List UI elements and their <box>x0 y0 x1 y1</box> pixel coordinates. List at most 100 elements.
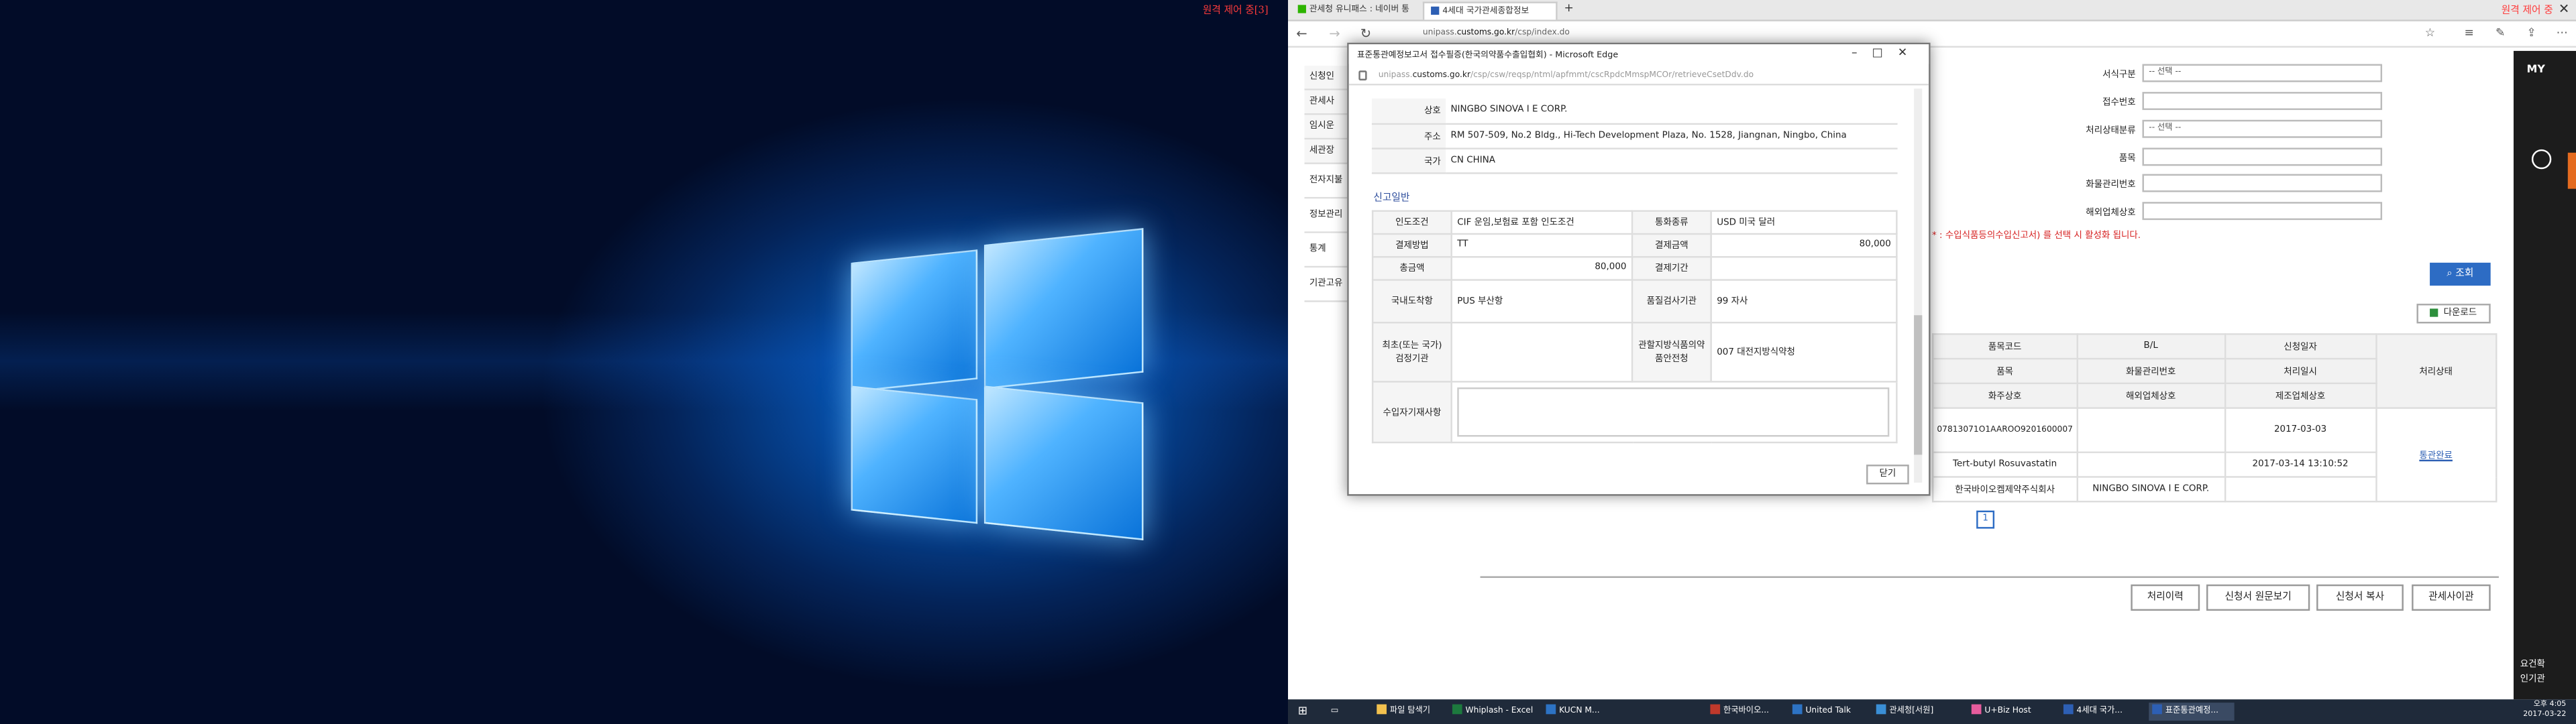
popup-title: 표준통관예정보고서 접수필증(한국의약품수출입협회) - Microsoft E… <box>1348 44 1929 64</box>
hub-icon[interactable]: ≡ <box>2464 26 2473 40</box>
header-cell: 품목코드 <box>1932 333 2078 360</box>
excel-icon <box>2430 308 2439 317</box>
history-button[interactable]: 처리이력 <box>2131 584 2200 611</box>
back-icon[interactable]: ← <box>1296 26 1307 41</box>
task-view-icon[interactable]: ▭ <box>1328 703 1339 721</box>
start-icon[interactable]: ⊞ <box>1295 703 1307 721</box>
agency-value: 007 대전지방식약청 <box>1710 320 1898 382</box>
more-icon[interactable]: ⋯ <box>2557 26 2568 40</box>
cargo-no-input[interactable] <box>2142 174 2383 192</box>
popup-scroll-thumb[interactable] <box>1914 315 1923 455</box>
taskbar-item[interactable]: 파일 탐색기 <box>1373 703 1430 721</box>
header-cell: 화물관리번호 <box>2076 357 2226 385</box>
company-info-table: 상호 NINGBO SINOVA I E CORP. 주소 RM 507-509, … <box>1371 98 1898 174</box>
section-title: 신고일반 <box>1373 191 1410 203</box>
notice-text: * : 수입식품등의수입신고서) 를 선택 시 활성화 됩니다. <box>1932 231 2141 242</box>
form-row-cargo-no: 화물관리번호 <box>2027 174 2438 192</box>
page-1-button[interactable]: 1 <box>1976 510 1995 529</box>
overseas-company: NINGBO SINOVA I E CORP. <box>2076 476 2226 503</box>
view-original-button[interactable]: 신청서 원문보기 <box>2206 584 2310 611</box>
taskbar-item[interactable]: KUCN M... <box>1543 703 1600 721</box>
tab-customs-system[interactable]: 4세대 국가관세종합정보 <box>1422 1 1558 20</box>
divider <box>1480 576 2499 579</box>
cargo-cell <box>2076 451 2226 478</box>
copy-application-button[interactable]: 신청서 복사 <box>2316 584 2404 611</box>
overseas-input[interactable] <box>2142 202 2383 221</box>
incoterms-value: CIF 운임,보험료 포함 인도조건 <box>1450 209 1633 234</box>
tab-unipass-naver[interactable]: 관세청 유니패스 : 네이버 통 <box>1291 1 1419 19</box>
header-cell: 제조업체상호 <box>2224 382 2377 409</box>
receipt-no-input[interactable] <box>2142 92 2383 111</box>
orange-tab[interactable] <box>2567 152 2576 189</box>
importer-notes-textarea[interactable] <box>1457 386 1890 436</box>
remote-control-label: 원격 제어 중 <box>2501 5 2553 17</box>
browser-tab-bar: 관세청 유니패스 : 네이버 통 4세대 국가관세종합정보 + 원격 제어 중 … <box>1288 0 2576 21</box>
my-menu-label[interactable]: MY <box>2527 62 2545 76</box>
taskbar-item[interactable]: 한국바이오... <box>1707 703 1769 721</box>
search-icon: ⌕ <box>2447 267 2456 280</box>
header-cell: 처리일시 <box>2224 357 2377 385</box>
item-name: Tert-butyl Rosuvastatin <box>1932 451 2078 478</box>
currency-value: USD 미국 달러 <box>1710 209 1898 234</box>
status-select[interactable]: -- 선택 -- <box>2142 119 2383 138</box>
transfer-broker-button[interactable]: 관세사이관 <box>2412 584 2491 611</box>
form-row-item: 품목 <box>2027 147 2438 166</box>
shield-icon <box>1431 6 1440 15</box>
share-icon[interactable]: ⇪ <box>2527 26 2536 40</box>
header-cell: B/L <box>2076 333 2226 360</box>
new-tab-button[interactable]: + <box>1561 1 1577 19</box>
system-clock[interactable]: 오후 4:05 2017-03-22 <box>2523 701 2566 721</box>
url-text[interactable]: unipass.customs.go.kr/csp/index.do <box>1423 28 1570 38</box>
popup-window-controls[interactable]: –□✕ <box>1851 46 1922 60</box>
remote-control-label: 원격 제어 중[3] <box>1202 5 1269 17</box>
apply-date: 2017-03-03 <box>2224 407 2377 453</box>
company-address: RM 507-509, No.2 Bldg., Hi-Tech Developm… <box>1446 123 1898 149</box>
taskbar-item[interactable]: 관세청[서원] <box>1873 703 1933 721</box>
header-cell: 화주상호 <box>1932 382 2078 409</box>
favorite-star-icon[interactable]: ☆ <box>2425 26 2435 40</box>
form-row-status: 처리상태분류 -- 선택 -- <box>2027 119 2438 138</box>
popup-body: 상호 NINGBO SINOVA I E CORP. 주소 RM 507-509, … <box>1371 98 1898 443</box>
table-row[interactable]: 07813071O1AAROO9201600007 2017-03-03 통관완… <box>1932 407 2497 503</box>
forward-icon[interactable]: → <box>1329 26 1340 41</box>
pay-period-value <box>1710 255 1898 280</box>
receipt-popup-window: 표준통관예정보고서 접수필증(한국의약품수출입협회) - Microsoft E… <box>1347 42 1931 496</box>
result-table: 품목코드 B/L 신청일자 처리상태 품목 화물관리번호 처리일시 화주상호 해… <box>1932 333 2497 503</box>
item-code: 07813071O1AAROO9201600007 <box>1932 407 2078 453</box>
header-cell: 처리상태 <box>2375 333 2497 409</box>
download-button[interactable]: 다운로드 <box>2416 304 2491 324</box>
quick-menu-strip: MY 요건확 인기관 <box>2513 50 2576 700</box>
refresh-icon[interactable]: ↻ <box>1360 26 1371 41</box>
manufacturer <box>2224 476 2377 503</box>
header-cell: 품목 <box>1932 357 2078 385</box>
form-row-form-type: 서식구분 -- 선택 -- <box>2027 64 2438 82</box>
form-row-receipt-no: 접수번호 <box>2027 92 2438 111</box>
first-agency-value <box>1450 320 1633 382</box>
status-link[interactable]: 통관완료 <box>2375 407 2497 503</box>
company-country: CN CHINA <box>1446 147 1898 174</box>
taskbar-item[interactable]: United Talk <box>1789 703 1851 721</box>
item-input[interactable] <box>2142 147 2383 166</box>
form-type-select[interactable]: -- 선택 -- <box>2142 64 2383 82</box>
naver-icon <box>1297 5 1306 13</box>
port-value: PUS 부산항 <box>1450 278 1633 323</box>
popup-url: unipass.customs.go.kr/csp/csw/reqsp/ntml… <box>1348 66 1929 86</box>
consignee: 한국바이오켐제약주식회사 <box>1932 476 2078 503</box>
header-cell: 신청일자 <box>2224 333 2377 360</box>
taskbar-item[interactable]: 4세대 국가... <box>2060 703 2123 721</box>
windows-logo-icon <box>846 228 1150 540</box>
taskbar-item[interactable]: U+Biz Host <box>1968 703 2031 721</box>
taskbar-item-active[interactable]: 표준통관예정... <box>2149 703 2235 721</box>
company-name: NINGBO SINOVA I E CORP. <box>1446 98 1898 124</box>
taskbar-item[interactable]: Whiplash - Excel <box>1449 703 1533 721</box>
search-button[interactable]: ⌕ 조회 <box>2430 262 2491 286</box>
close-window-icon[interactable]: ✕ <box>2559 1 2569 16</box>
requirement-agency-link[interactable]: 요건확 인기관 <box>2520 658 2545 688</box>
note-icon[interactable]: ✎ <box>2496 26 2505 40</box>
close-button[interactable]: 닫기 <box>1866 465 1909 485</box>
power-icon[interactable] <box>2531 149 2552 170</box>
total-amount-value: 80,000 <box>1450 255 1633 280</box>
pay-amount-value: 80,000 <box>1710 232 1898 257</box>
pay-method-value: TT <box>1450 232 1633 257</box>
inspect-value: 99 자사 <box>1710 278 1898 323</box>
